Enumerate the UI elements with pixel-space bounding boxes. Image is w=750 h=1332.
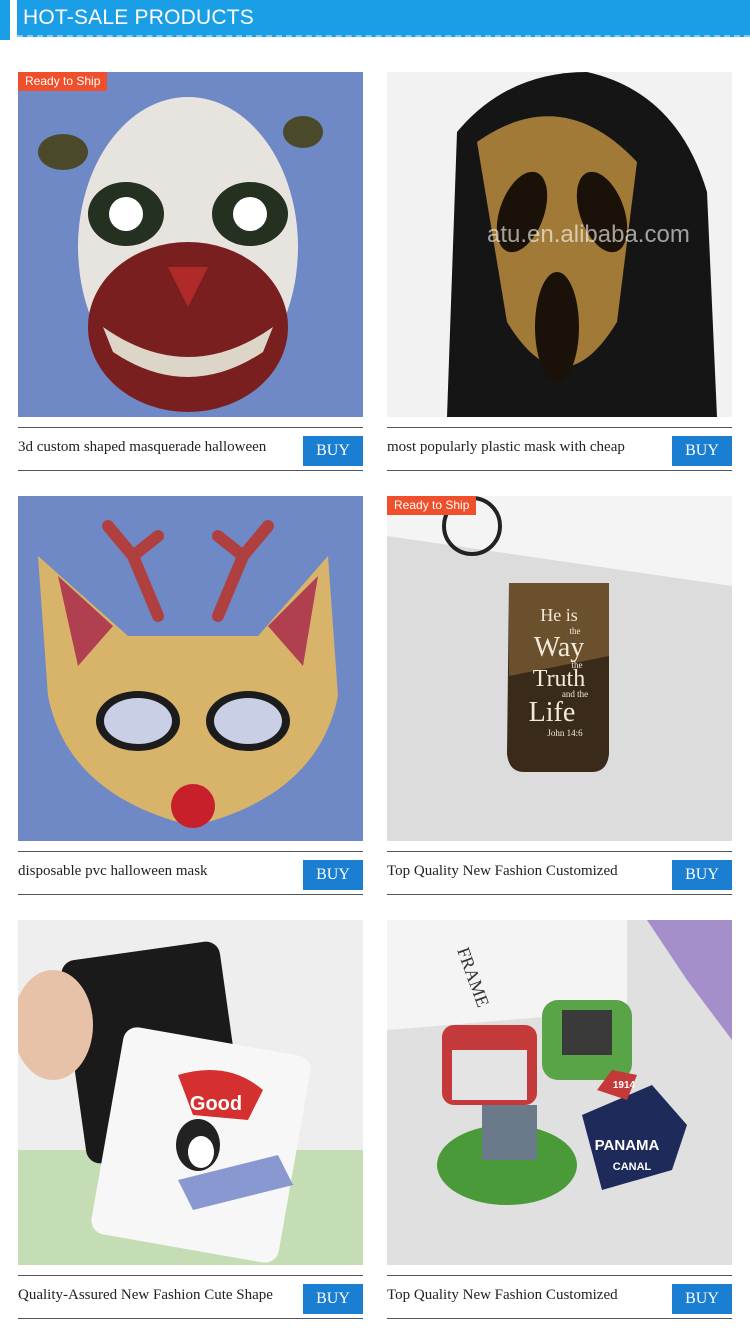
ready-to-ship-badge: Ready to Ship xyxy=(387,496,477,515)
divider xyxy=(18,427,363,428)
product-name[interactable]: Top Quality New Fashion Customized xyxy=(387,863,667,880)
product-image-deer-mask[interactable] xyxy=(18,496,363,841)
product-image-clown-mask[interactable]: Ready to Ship xyxy=(18,72,363,417)
product-name[interactable]: 3d custom shaped masquerade halloween xyxy=(18,439,298,456)
product-name[interactable]: disposable pvc halloween mask xyxy=(18,863,298,880)
product-name[interactable]: most popularly plastic mask with cheap xyxy=(387,439,667,456)
section-header: HOT-SALE PRODUCTS xyxy=(0,0,750,40)
bookmark-text: John 14:6 xyxy=(547,728,583,738)
divider xyxy=(387,1275,732,1276)
divider xyxy=(387,851,732,852)
divider xyxy=(387,470,732,471)
divider xyxy=(387,1318,732,1319)
watermark-text: atu.en.alibaba.com xyxy=(487,221,690,248)
magnet-card-photo: Good xyxy=(18,920,363,1265)
product-image-fridge-magnets[interactable]: FRAME PANAMA CANAL 1914 xyxy=(387,920,732,1265)
magnet-text: 1914 xyxy=(613,1080,636,1091)
magnet-text: PANAMA xyxy=(595,1137,660,1154)
bookmark-text: Way xyxy=(534,632,585,663)
product-image-scream-mask[interactable]: atu.en.alibaba.com xyxy=(387,72,732,417)
buy-button[interactable]: BUY xyxy=(672,860,732,890)
product-image-magnet-card[interactable]: Good xyxy=(18,920,363,1265)
section-title: HOT-SALE PRODUCTS xyxy=(23,6,254,29)
product-name[interactable]: Top Quality New Fashion Customized xyxy=(387,1287,667,1304)
divider xyxy=(387,427,732,428)
scream-mask-photo: atu.en.alibaba.com xyxy=(387,72,732,417)
deer-mask-photo xyxy=(18,496,363,841)
divider xyxy=(18,470,363,471)
buy-button[interactable]: BUY xyxy=(672,436,732,466)
buy-button[interactable]: BUY xyxy=(672,1284,732,1314)
clown-mask-photo xyxy=(18,72,363,417)
fridge-magnets-photo: FRAME PANAMA CANAL 1914 xyxy=(387,920,732,1265)
bookmark-text: He is xyxy=(540,605,578,625)
divider xyxy=(18,894,363,895)
magnet-text: CANAL xyxy=(613,1161,652,1173)
bookmark-text: Life xyxy=(529,697,576,728)
buy-button[interactable]: BUY xyxy=(303,436,363,466)
header-accent xyxy=(0,0,10,40)
buy-button[interactable]: BUY xyxy=(303,860,363,890)
divider xyxy=(18,851,363,852)
product-image-bookmark[interactable]: He is the Way the Truth and the Life Joh… xyxy=(387,496,732,841)
bookmark-photo: He is the Way the Truth and the Life Joh… xyxy=(387,496,732,841)
ready-to-ship-badge: Ready to Ship xyxy=(18,72,108,91)
divider xyxy=(18,1318,363,1319)
product-name[interactable]: Quality-Assured New Fashion Cute Shape xyxy=(18,1287,298,1304)
divider xyxy=(18,1275,363,1276)
buy-button[interactable]: BUY xyxy=(303,1284,363,1314)
card-text: Good xyxy=(190,1093,242,1115)
header-bar: HOT-SALE PRODUCTS xyxy=(17,0,750,37)
divider xyxy=(387,894,732,895)
